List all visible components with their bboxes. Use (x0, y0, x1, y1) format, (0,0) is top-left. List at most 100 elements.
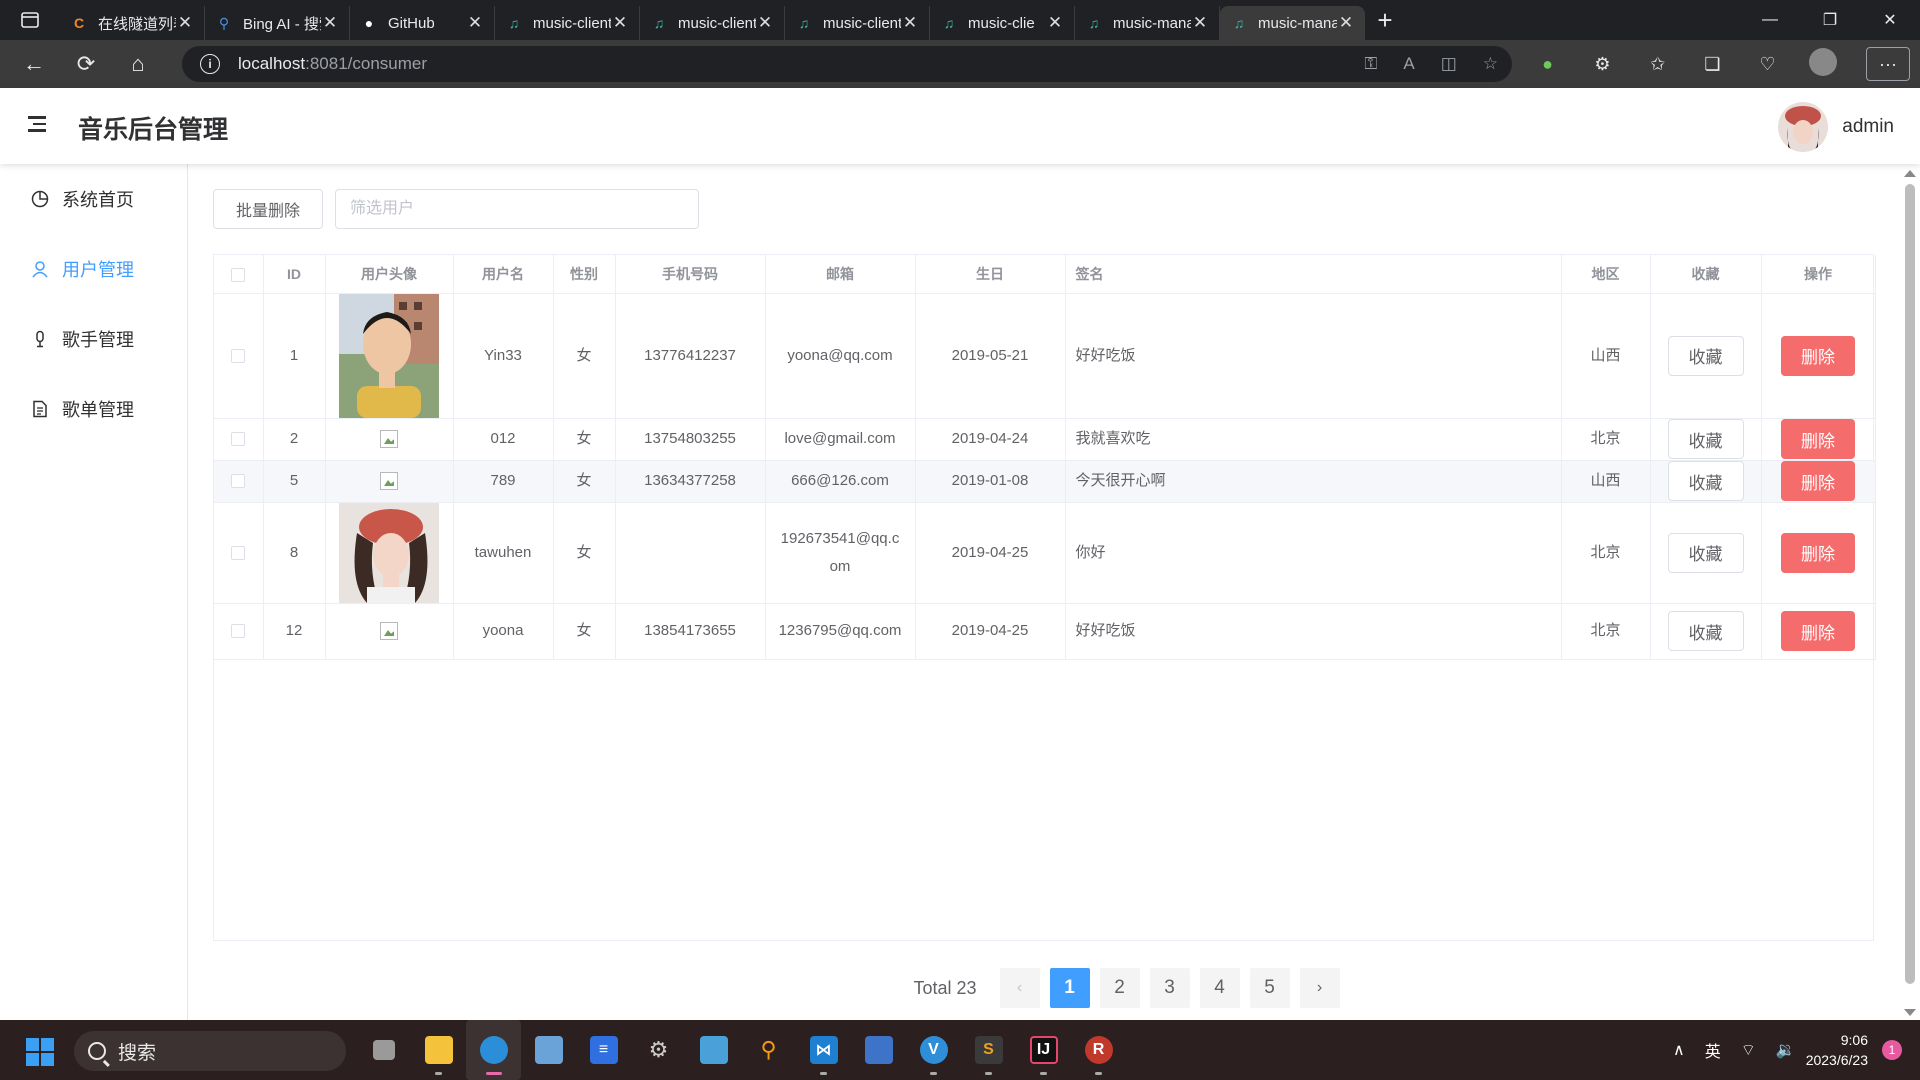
delete-button[interactable]: 删除 (1781, 461, 1855, 501)
search-tool-app-icon[interactable]: ⚲ (741, 1020, 796, 1080)
photos-app-icon[interactable] (521, 1020, 576, 1080)
vue-tool-app-icon[interactable]: V (906, 1020, 961, 1080)
restore-button[interactable]: ❐ (1800, 0, 1860, 40)
favorites-button[interactable]: 收藏 (1667, 335, 1744, 376)
favorites-button[interactable]: 收藏 (1667, 461, 1744, 501)
task-view-app-icon[interactable] (356, 1020, 411, 1080)
back-button[interactable]: ← (8, 40, 60, 88)
url-text[interactable]: localhost:8081/consumer (238, 54, 427, 74)
show-hidden-icons-chevron-icon[interactable]: ∧ (1673, 1040, 1685, 1060)
system-clock[interactable]: 9:06 2023/6/23 (1806, 1030, 1868, 1070)
sublime-app-icon[interactable]: S (961, 1020, 1016, 1080)
browser-tab[interactable]: ♫ music-manage✕ (1075, 6, 1220, 40)
taskbar-search-box[interactable]: 搜索 (74, 1031, 346, 1071)
close-tab-icon[interactable]: ✕ (176, 13, 194, 33)
next-page-button[interactable]: › (1299, 968, 1340, 1008)
filter-user-input[interactable] (335, 189, 699, 229)
user-menu[interactable]: admin (1778, 102, 1894, 152)
browser-tab[interactable]: ⚲ Bing AI - 搜索✕ (205, 6, 350, 40)
refresh-button[interactable]: ⟳ (60, 40, 112, 88)
remote-desktop-app-icon[interactable] (686, 1020, 741, 1080)
table-row[interactable]: 5 789 女 13634377258 666@126.com 2019-01-08 今天很… (214, 460, 1876, 503)
scroll-up-arrow-icon[interactable] (1904, 170, 1916, 177)
browser-tab[interactable]: C 在线隧道列表✕ (60, 6, 205, 40)
close-tab-icon[interactable]: ✕ (901, 13, 919, 33)
browser-tab[interactable]: ♫ music-client ✕ (785, 6, 930, 40)
favorite-star-icon[interactable]: ☆ (1483, 54, 1498, 74)
sidebar-item[interactable]: 歌手管理 (0, 304, 187, 374)
delete-button[interactable]: 删除 (1781, 611, 1855, 651)
vscode-app-icon[interactable]: ⋈ (796, 1020, 851, 1080)
extensions-puzzle-icon[interactable]: ⚙ (1575, 54, 1630, 75)
browser-tab[interactable]: ♫ music-client ✕ (495, 6, 640, 40)
sidebar-item[interactable]: 歌单管理 (0, 374, 187, 444)
browser-tab[interactable]: ♫ music-clie ✕ (930, 6, 1075, 40)
row-checkbox[interactable] (231, 474, 246, 489)
key-icon[interactable]: ⚿ (1364, 54, 1377, 74)
username-label[interactable]: admin (1842, 116, 1894, 138)
page-number-button[interactable]: 3 (1149, 968, 1190, 1008)
profile-avatar-icon[interactable] (1795, 47, 1850, 81)
page-number-button[interactable]: 2 (1099, 968, 1140, 1008)
site-info-icon[interactable]: i (200, 54, 220, 74)
close-tab-icon[interactable]: ✕ (756, 13, 774, 33)
favorites-button[interactable]: 收藏 (1667, 532, 1744, 573)
split-screen-icon[interactable]: ◫ (1441, 54, 1457, 74)
close-window-button[interactable]: ✕ (1860, 0, 1920, 40)
browser-tab[interactable]: ♫ music-manage✕ (1220, 6, 1365, 40)
close-tab-icon[interactable]: ✕ (611, 13, 629, 33)
volume-icon[interactable]: 🔉 (1776, 1040, 1796, 1060)
row-checkbox[interactable] (231, 432, 246, 447)
prev-page-button[interactable]: ‹ (999, 968, 1040, 1008)
windows-start-icon[interactable] (26, 1038, 54, 1066)
row-checkbox[interactable] (231, 624, 246, 639)
table-row[interactable]: 1 Yin33 女 13776412237 yoona@qq.com 2019-05-21… (214, 293, 1876, 419)
wifi-icon[interactable]: ⌔ (1741, 1040, 1756, 1060)
page-number-button[interactable]: 5 (1249, 968, 1290, 1008)
row-checkbox[interactable] (231, 348, 246, 363)
notification-badge[interactable]: 1 (1882, 1040, 1902, 1060)
redis-app-icon[interactable]: R (1071, 1020, 1126, 1080)
browser-tab[interactable]: ● GitHub ✕ (350, 6, 495, 40)
select-all-checkbox[interactable] (231, 267, 246, 282)
read-aloud-icon[interactable]: A (1403, 54, 1414, 74)
sidebar-item[interactable]: 用户管理 (0, 234, 187, 304)
user-avatar[interactable] (1778, 102, 1829, 152)
table-row[interactable]: 12 yoona 女 13854173655 1236795@qq.com 2019-04… (214, 603, 1876, 660)
ime-indicator[interactable]: 英 (1705, 1038, 1721, 1062)
file-explorer-app-icon[interactable] (411, 1020, 466, 1080)
favorites-button[interactable]: 收藏 (1667, 611, 1744, 651)
batch-delete-button[interactable]: 批量删除 (213, 189, 323, 229)
row-checkbox[interactable] (231, 545, 246, 560)
close-tab-icon[interactable]: ✕ (321, 13, 339, 33)
notes-app-icon[interactable]: ≡ (576, 1020, 631, 1080)
close-tab-icon[interactable]: ✕ (1191, 13, 1209, 33)
tab-actions-button[interactable] (0, 0, 60, 40)
page-number-button[interactable]: 4 (1199, 968, 1240, 1008)
settings-app-icon[interactable]: ⚙ (631, 1020, 686, 1080)
table-row[interactable]: 8 tawuhen 女 192673541@qq.com 2019-04-25 你好 北京收… (214, 502, 1876, 604)
extension-colorful-icon[interactable]: ● (1520, 54, 1575, 75)
delete-button[interactable]: 删除 (1781, 419, 1855, 459)
close-tab-icon[interactable]: ✕ (1337, 13, 1355, 33)
page-number-button[interactable]: 1 (1049, 968, 1090, 1008)
page-scrollbar[interactable] (1900, 164, 1920, 1020)
delete-button[interactable]: 删除 (1781, 532, 1855, 573)
scrollbar-thumb[interactable] (1905, 184, 1915, 984)
network-app-icon[interactable] (851, 1020, 906, 1080)
scroll-down-arrow-icon[interactable] (1904, 1009, 1916, 1016)
close-tab-icon[interactable]: ✕ (1046, 13, 1064, 33)
minimize-button[interactable]: — (1740, 0, 1800, 40)
table-row[interactable]: 2 012 女 13754803255 love@gmail.com 2019-04-24… (214, 418, 1876, 461)
close-tab-icon[interactable]: ✕ (466, 13, 484, 33)
edge-browser-app-icon[interactable] (466, 1020, 521, 1080)
collections-icon[interactable]: ❏ (1685, 54, 1740, 75)
favorites-button[interactable]: 收藏 (1667, 419, 1744, 459)
settings-more-button[interactable]: ··· (1866, 47, 1910, 81)
intellij-app-icon[interactable]: IJ (1016, 1020, 1071, 1080)
delete-button[interactable]: 删除 (1781, 335, 1855, 376)
browser-tab[interactable]: ♫ music-client ✕ (640, 6, 785, 40)
new-tab-button[interactable]: + (1365, 5, 1405, 36)
sidebar-item[interactable]: 系统首页 (0, 164, 187, 234)
home-button[interactable]: ⌂ (112, 40, 164, 88)
